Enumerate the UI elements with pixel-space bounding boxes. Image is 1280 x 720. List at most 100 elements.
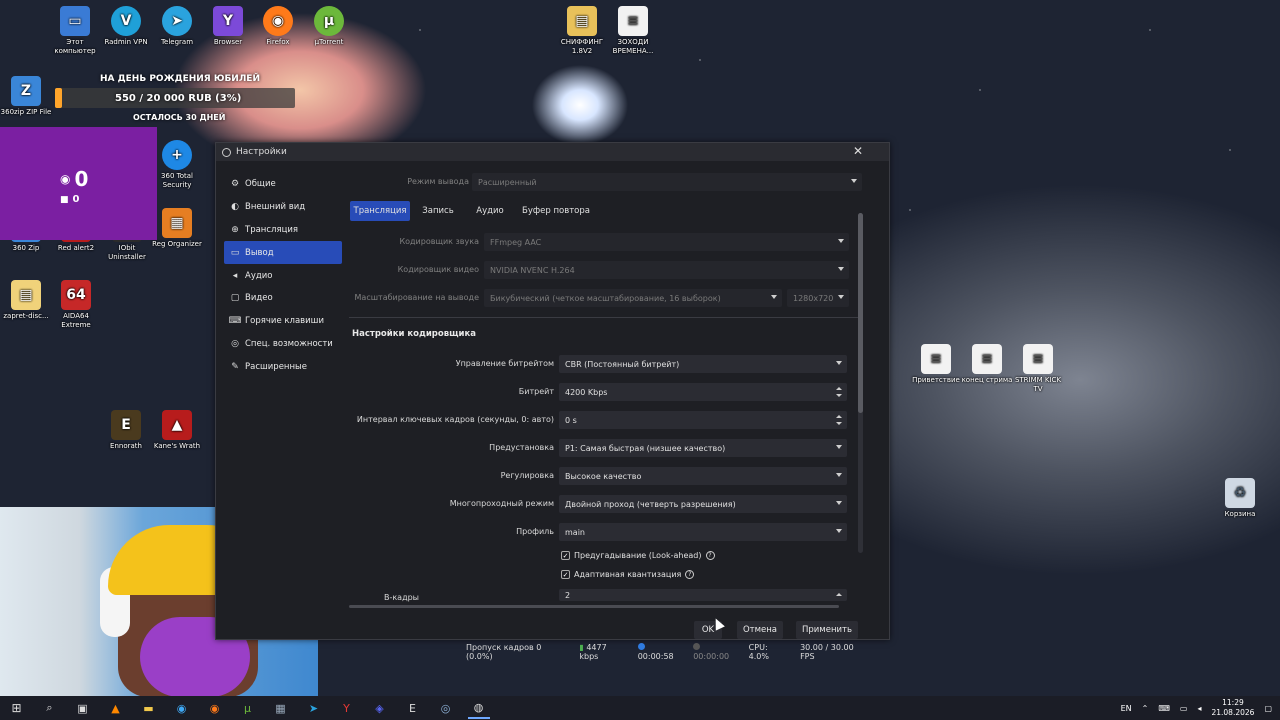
cancel-button[interactable]: Отмена <box>737 621 783 639</box>
apply-button[interactable]: Применить <box>796 621 858 639</box>
file-explorer-icon[interactable]: ▬ <box>138 697 160 719</box>
desktop-icon-radmin[interactable]: V Radmin VPN <box>98 6 154 47</box>
desktop-icon-aida64[interactable]: 64 AIDA64 Extreme <box>48 280 104 330</box>
obs-icon[interactable]: ◍ <box>467 697 490 719</box>
sidebar-item-output[interactable]: ▭ Вывод <box>224 241 342 265</box>
discord-icon[interactable]: ◈ <box>369 697 391 719</box>
video-encoder-select[interactable]: NVIDIA NVENC H.264 <box>484 261 849 279</box>
rate-control-select[interactable]: CBR (Постоянный битрейт) <box>559 355 847 373</box>
sidebar-item-general[interactable]: ⚙ Общие <box>224 173 342 196</box>
game-icon: ▲ <box>162 410 192 440</box>
tuning-select[interactable]: Высокое качество <box>559 467 847 485</box>
steam-icon[interactable]: ◎ <box>435 697 457 719</box>
desktop-icon-360zip-file[interactable]: Z 360zip ZIP File <box>0 76 54 117</box>
firefox-icon: ◉ <box>263 6 293 36</box>
preset-select[interactable]: P1: Самая быстрая (низшее качество) <box>559 439 847 457</box>
volume-icon[interactable]: ◂ <box>1197 704 1201 713</box>
keyframe-interval-label: Интервал ключевых кадров (секунды, 0: ав… <box>356 415 554 424</box>
desktop-icon-konec-strima[interactable]: ≡ конец стрима <box>959 344 1015 385</box>
spin-down-icon[interactable] <box>836 394 842 397</box>
help-icon[interactable]: ? <box>685 570 695 579</box>
desktop-icon-kanes-wrath[interactable]: ▲ Kane's Wrath <box>149 410 205 451</box>
tab-replay-buffer[interactable]: Буфер повтора <box>519 201 593 221</box>
task-view-icon[interactable]: ▣ <box>72 697 94 719</box>
desktop-icon-sniffing[interactable]: ▤ СНИФФИНГ 1.8V2 <box>554 6 610 56</box>
telegram-icon[interactable]: ➤ <box>303 697 325 719</box>
section-divider <box>349 317 859 318</box>
clock[interactable]: 11:29 21.08.2026 <box>1211 698 1254 718</box>
chevron-down-icon <box>836 361 842 365</box>
desktop-icon-zohodi[interactable]: ≡ ЗОХОДИ ВРЕМЕНА... <box>605 6 661 56</box>
sidebar-item-advanced[interactable]: ✎ Расширенные <box>224 355 342 378</box>
system-tray: EN ⌃ ⌨ ▭ ◂ 11:29 21.08.2026 ▢ <box>1121 696 1272 720</box>
chevron-down-icon <box>851 179 857 183</box>
app-icon[interactable]: ▦ <box>270 697 292 719</box>
donation-goal-widget: НА ДЕНЬ РОЖДЕНИЯ ЮБИЛЕЙ 550 / 20 000 RUB… <box>55 70 300 125</box>
sidebar-item-stream[interactable]: ⊕ Трансляция <box>224 219 342 242</box>
windows-start-icon[interactable]: ⊞ <box>6 697 28 719</box>
desktop-icon-reg-organizer[interactable]: ▦ Reg Organizer <box>149 208 205 249</box>
search-icon[interactable]: ⌕ <box>39 697 61 719</box>
chevron-up-icon[interactable]: ⌃ <box>1142 704 1149 713</box>
utorrent-icon[interactable]: µ <box>237 697 259 719</box>
spin-up-icon[interactable] <box>836 593 842 596</box>
network-icon[interactable]: ▭ <box>1180 704 1188 713</box>
rescale-resolution-select[interactable]: 1280x720 <box>787 289 849 307</box>
monitor-icon: ▢ <box>230 293 240 304</box>
keyboard-icon[interactable]: ⌨ <box>1158 704 1170 713</box>
vertical-scrollbar[interactable] <box>858 213 863 553</box>
spin-down-icon[interactable] <box>836 422 842 425</box>
desktop-icon-utorrent[interactable]: µ µTorrent <box>301 6 357 47</box>
yandex-browser-icon[interactable]: Y <box>336 697 358 719</box>
tab-stream[interactable]: Трансляция <box>350 201 410 221</box>
lookahead-checkbox[interactable]: ✓ Предугадывание (Look-ahead) ? <box>561 551 715 560</box>
sidebar-item-video[interactable]: ▢ Видео <box>224 287 342 310</box>
desktop-icon-strimm-kick[interactable]: ≡ STRIMM KICK TV <box>1010 344 1066 394</box>
spin-up-icon[interactable] <box>836 415 842 418</box>
help-icon[interactable]: ? <box>705 551 715 560</box>
audio-encoder-select[interactable]: FFmpeg AAC <box>484 233 849 251</box>
recycle-bin-icon: ♻ <box>1225 478 1255 508</box>
dialog-titlebar[interactable]: Настройки ✕ <box>216 143 889 161</box>
desktop-icon-360security[interactable]: + 360 Total Security <box>149 140 205 190</box>
desktop-icon-this-pc[interactable]: ▭ Этот компьютер <box>47 6 103 56</box>
tab-audio[interactable]: Аудио <box>465 201 515 221</box>
desktop-icon-recycle-bin[interactable]: ♻ Корзина <box>1212 478 1268 519</box>
desktop-icon-ennorath[interactable]: E Ennorath <box>98 410 154 451</box>
record-dot-icon <box>693 643 701 650</box>
horizontal-scrollbar[interactable] <box>349 605 839 608</box>
desktop-icon-telegram[interactable]: ➤ Telegram <box>149 6 205 47</box>
desktop-icon-firefox[interactable]: ◉ Firefox <box>250 6 306 47</box>
rescale-filter-select[interactable]: Бикубический (четкое масштабирование, 16… <box>484 289 782 307</box>
adaptive-quantization-checkbox[interactable]: ✓ Адаптивная квантизация ? <box>561 570 695 579</box>
profile-select[interactable]: main <box>559 523 847 541</box>
eye-icon: ◉ <box>60 172 71 186</box>
tab-recording[interactable]: Запись <box>417 201 459 221</box>
sidebar-item-appearance[interactable]: ◐ Внешний вид <box>224 196 342 219</box>
bframes-input[interactable]: 2 <box>559 589 847 601</box>
output-icon: ▭ <box>230 247 240 258</box>
multipass-label: Многопроходный режим <box>449 499 554 508</box>
speaker-icon: ◂ <box>232 270 238 281</box>
desktop-icon-browser[interactable]: Y Browser <box>200 6 256 47</box>
scrollbar-thumb[interactable] <box>858 213 863 413</box>
language-indicator[interactable]: EN <box>1121 704 1132 713</box>
vlc-icon[interactable]: ▲ <box>105 697 127 719</box>
spin-up-icon[interactable] <box>836 387 842 390</box>
keyframe-interval-input[interactable]: 0 s <box>559 411 847 429</box>
notification-icon[interactable]: ▢ <box>1264 704 1272 713</box>
epic-games-icon[interactable]: E <box>402 697 424 719</box>
edge-icon[interactable]: ◉ <box>171 697 193 719</box>
desktop-icon-privetstvie[interactable]: ≡ Приветствие <box>908 344 964 385</box>
fps-status: 30.00 / 30.00 FPS <box>800 643 854 661</box>
sidebar-item-audio[interactable]: ◂ Аудио <box>224 264 342 287</box>
bitrate-status: ▮ 4477 kbps <box>579 643 607 661</box>
sidebar-item-accessibility[interactable]: ◎ Спец. возможности <box>224 333 342 356</box>
close-icon[interactable]: ✕ <box>853 144 863 158</box>
output-mode-select[interactable]: Расширенный <box>472 173 862 191</box>
bitrate-input[interactable]: 4200 Kbps <box>559 383 847 401</box>
firefox-icon[interactable]: ◉ <box>204 697 226 719</box>
multipass-select[interactable]: Двойной проход (четверть разрешения) <box>559 495 847 513</box>
sidebar-item-hotkeys[interactable]: ⌨ Горячие клавиши <box>224 310 342 333</box>
desktop-icon-zapret[interactable]: ▤ zapret-disc... <box>0 280 54 321</box>
